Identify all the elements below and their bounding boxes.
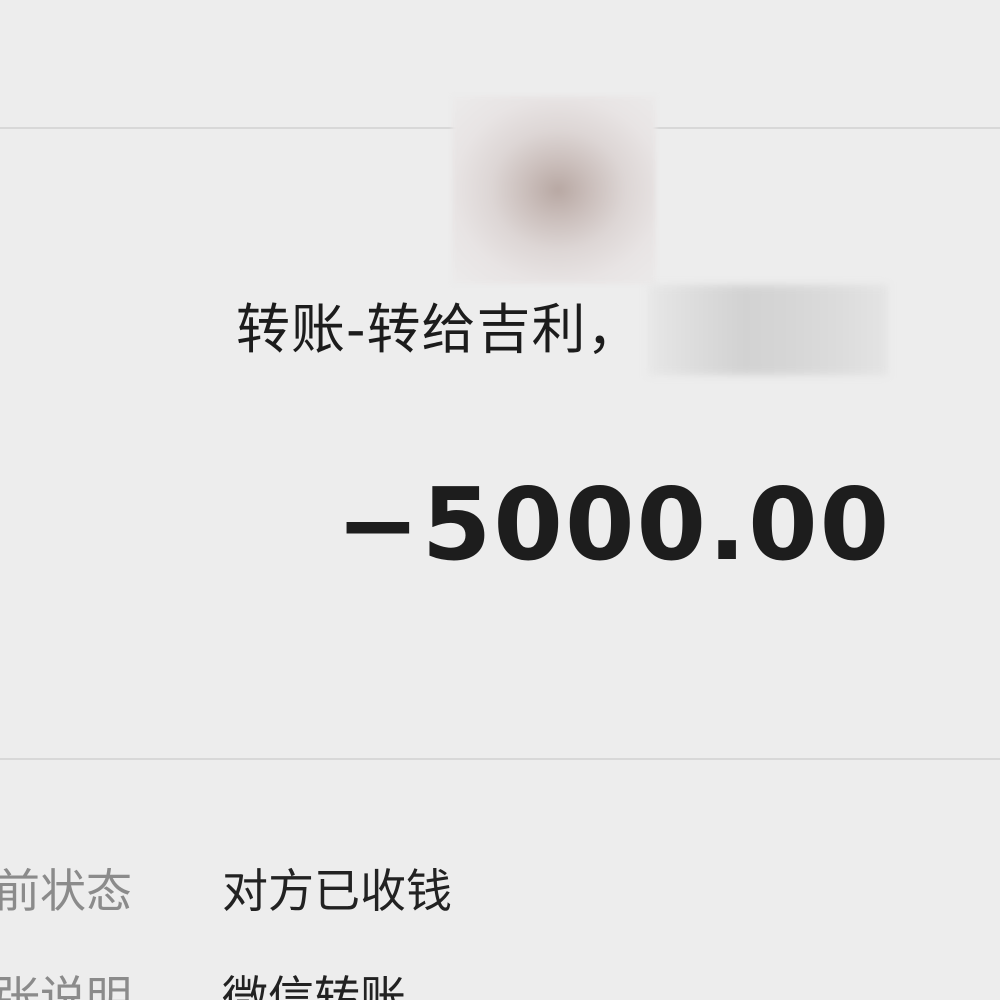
transfer-amount: −5000.00 (336, 466, 892, 583)
detail-row-status: 前状态 对方已收钱 (0, 846, 1000, 936)
transfer-title-row: 转账-转给吉利， (236, 285, 888, 375)
detail-row-remark: 张说明 微信转账 (0, 953, 1000, 1000)
recipient-avatar (452, 96, 656, 284)
remark-value: 微信转账 (222, 971, 406, 1000)
remark-label: 张说明 (0, 971, 132, 1000)
transfer-title: 转账-转给吉利， (236, 298, 642, 361)
status-value: 对方已收钱 (222, 864, 452, 918)
section-divider (0, 758, 1000, 760)
recipient-name-blurred (647, 285, 888, 375)
status-label: 前状态 (0, 864, 132, 918)
